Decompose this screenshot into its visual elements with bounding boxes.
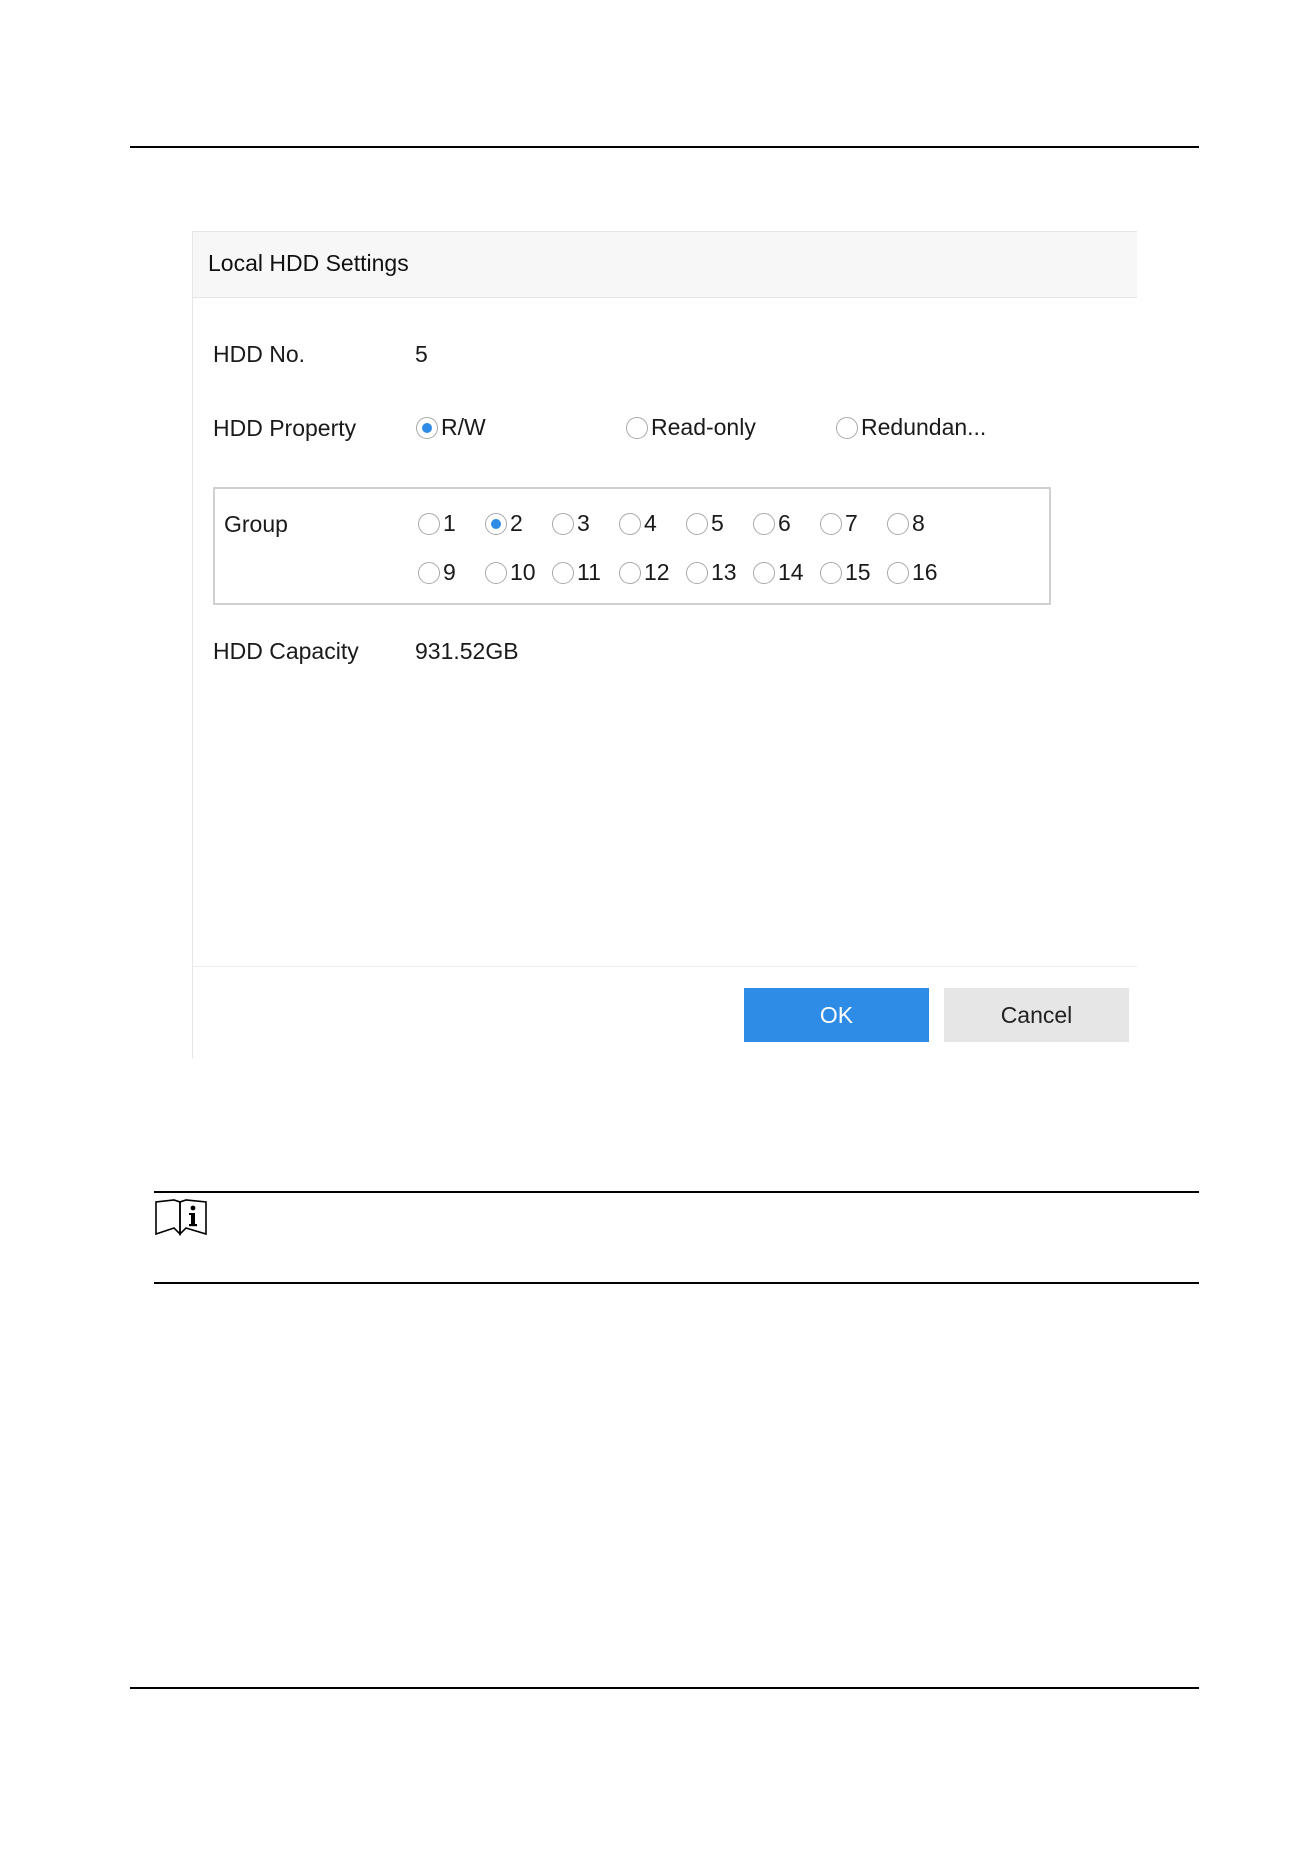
dialog-footer-divider (193, 966, 1137, 967)
radio-unchecked-icon (887, 561, 909, 584)
radio-label: 6 (778, 510, 791, 536)
group-radio-11[interactable]: 11 (552, 559, 601, 586)
bottom-rule (130, 1687, 1199, 1689)
radio-label: 8 (912, 510, 925, 536)
radio-unchecked-icon (619, 512, 641, 535)
note-rule-top (154, 1191, 1199, 1193)
group-radio-16[interactable]: 16 (887, 559, 938, 586)
radio-label: 10 (510, 559, 536, 585)
note-rule-bottom (154, 1282, 1199, 1284)
radio-unchecked-icon (686, 561, 708, 584)
dialog-title: Local HDD Settings (208, 250, 409, 276)
group-radio-3[interactable]: 3 (552, 510, 590, 537)
hdd-no-value: 5 (415, 341, 428, 367)
radio-unchecked-icon (626, 416, 648, 439)
radio-unchecked-icon (418, 512, 440, 535)
group-radio-2[interactable]: 2 (485, 510, 523, 537)
radio-unchecked-icon (418, 561, 440, 584)
radio-label: 5 (711, 510, 724, 536)
ok-button[interactable]: OK (744, 988, 929, 1042)
radio-unchecked-icon (619, 561, 641, 584)
group-radio-10[interactable]: 10 (485, 559, 536, 586)
radio-label: 12 (644, 559, 670, 585)
group-radio-14[interactable]: 14 (753, 559, 804, 586)
cancel-button[interactable]: Cancel (944, 988, 1129, 1042)
hdd-no-label: HDD No. (213, 341, 306, 367)
group-label: Group (224, 511, 288, 537)
hdd-capacity-value: 931.52GB (415, 638, 519, 664)
group-radio-8[interactable]: 8 (887, 510, 925, 537)
group-box (213, 487, 1051, 605)
radio-unchecked-icon (887, 512, 909, 535)
group-radio-12[interactable]: 12 (619, 559, 670, 586)
radio-checked-icon (485, 512, 507, 535)
group-radio-13[interactable]: 13 (686, 559, 737, 586)
radio-label: 1 (443, 510, 456, 536)
radio-unchecked-icon (820, 561, 842, 584)
radio-label: 13 (711, 559, 737, 585)
radio-label: R/W (441, 414, 486, 440)
radio-unchecked-icon (753, 561, 775, 584)
group-radio-7[interactable]: 7 (820, 510, 858, 537)
radio-unchecked-icon (552, 512, 574, 535)
hdd-property-label: HDD Property (213, 415, 357, 441)
group-radio-6[interactable]: 6 (753, 510, 791, 537)
radio-unchecked-icon (686, 512, 708, 535)
radio-label: 4 (644, 510, 657, 536)
radio-label: 3 (577, 510, 590, 536)
hdd-property-redundancy-radio[interactable]: Redundan... (836, 414, 986, 441)
radio-label: 7 (845, 510, 858, 536)
group-radio-5[interactable]: 5 (686, 510, 724, 537)
radio-label: 9 (443, 559, 456, 585)
radio-label: 14 (778, 559, 804, 585)
radio-checked-icon (416, 416, 438, 439)
radio-label: 15 (845, 559, 871, 585)
hdd-property-rw-radio[interactable]: R/W (416, 414, 486, 441)
top-rule (130, 146, 1199, 148)
dialog-header: Local HDD Settings (193, 232, 1137, 298)
radio-label: 16 (912, 559, 938, 585)
group-radio-9[interactable]: 9 (418, 559, 456, 586)
radio-label: 2 (510, 510, 523, 536)
group-radio-1[interactable]: 1 (418, 510, 456, 537)
radio-unchecked-icon (485, 561, 507, 584)
hdd-capacity-label: HDD Capacity (213, 638, 359, 664)
local-hdd-settings-dialog: Local HDD Settings HDD No. 5 HDD Propert… (192, 231, 1137, 1059)
radio-label: 11 (577, 559, 601, 585)
hdd-property-read-only-radio[interactable]: Read-only (626, 414, 756, 441)
group-radio-4[interactable]: 4 (619, 510, 657, 537)
radio-label: Read-only (651, 414, 756, 440)
radio-unchecked-icon (552, 561, 574, 584)
radio-unchecked-icon (820, 512, 842, 535)
group-radio-15[interactable]: 15 (820, 559, 871, 586)
radio-unchecked-icon (836, 416, 858, 439)
radio-unchecked-icon (753, 512, 775, 535)
note-book-info-icon (155, 1199, 207, 1236)
radio-label: Redundan... (861, 414, 987, 440)
